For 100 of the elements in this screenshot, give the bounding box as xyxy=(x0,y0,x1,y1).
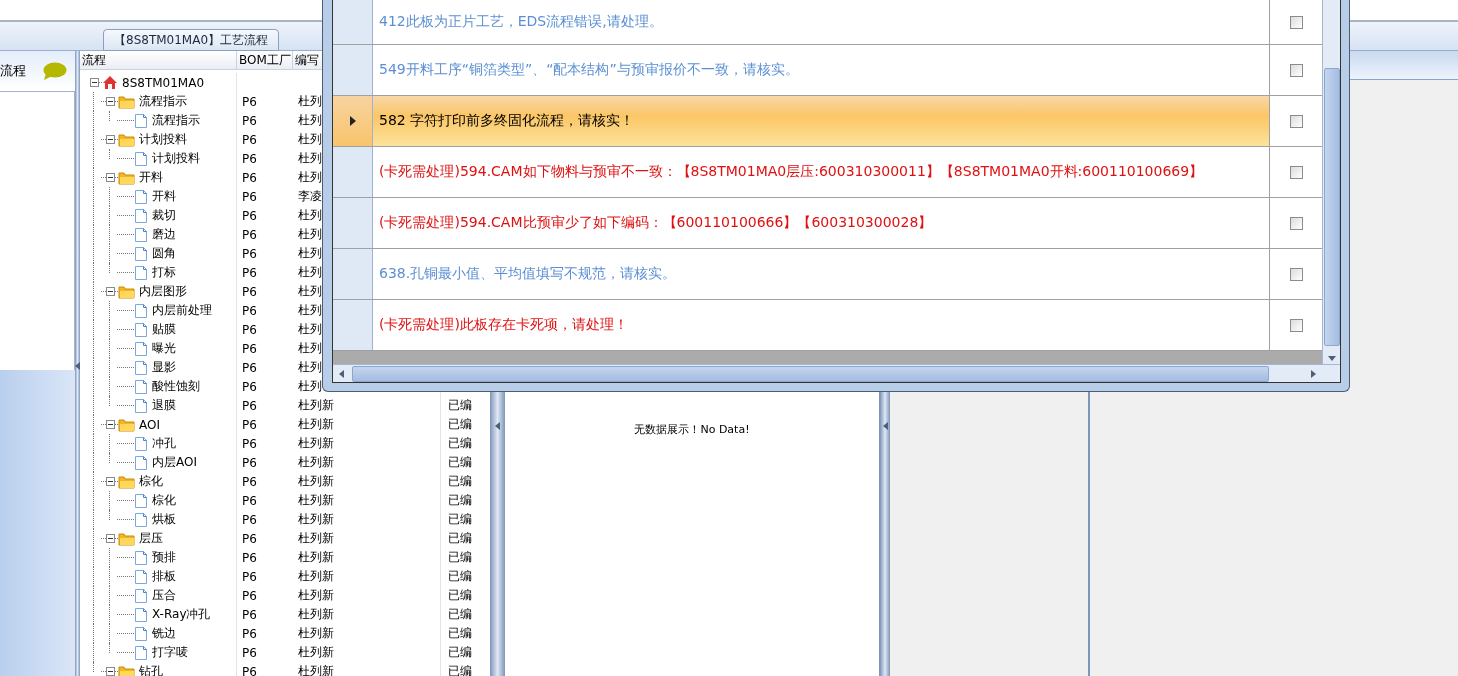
tree-node-label[interactable]: 流程指示 xyxy=(139,93,187,110)
table-cell-text: 杜列 xyxy=(297,322,322,336)
message-row[interactable]: 412此板为正片工艺，EDS流程错误,请处理。 xyxy=(333,0,1322,45)
tree-node-label[interactable]: 预排 xyxy=(152,549,176,566)
tree-node-label[interactable]: 排板 xyxy=(152,568,176,585)
tree-node-label[interactable]: 压合 xyxy=(152,587,176,604)
tree-node-label[interactable]: 酸性蚀刻 xyxy=(152,378,200,395)
tree-node-label[interactable]: 内层前处理 xyxy=(152,302,212,319)
message-row[interactable]: (卡死需处理)594.CAM比预审少了如下编码：【600110100666】【600310300028】 xyxy=(333,198,1322,249)
table-cell-text: P6 xyxy=(241,246,257,261)
table-cell-text: 杜列新 xyxy=(297,664,334,676)
tree-node-label[interactable]: 圆角 xyxy=(152,245,176,262)
table-cell-text: 杜列 xyxy=(297,360,322,374)
tree-node-label[interactable]: 冲孔 xyxy=(152,435,176,452)
table-cell-text: 已编 xyxy=(447,531,472,545)
tree-node-label[interactable]: 开料 xyxy=(139,169,163,186)
table-cell-text: 已编 xyxy=(447,493,472,507)
table-cell-text: 已编 xyxy=(447,398,472,412)
table-cell-text: P6 xyxy=(241,512,257,527)
table-cell-text: 杜列新 xyxy=(297,493,334,507)
message-text: 549开料工序“铜箔类型”、“配本结构”与预审报价不一致，请核实。 xyxy=(379,61,799,79)
message-text: (卡死需处理)594.CAM如下物料与预审不一致：【8S8TM01MA0层压:600310300011】【8S8TM01MA0开料:600110100669】 xyxy=(379,163,1204,181)
table-cell-text: 杜列新 xyxy=(297,569,334,583)
table-cell-text: P6 xyxy=(241,645,257,660)
table-cell-text: P6 xyxy=(241,303,257,318)
message-row[interactable]: 582 字符打印前多终固化流程，请核实！ xyxy=(333,96,1322,147)
tree-node-label[interactable]: 计划投料 xyxy=(139,131,187,148)
message-text: 412此板为正片工艺，EDS流程错误,请处理。 xyxy=(379,13,663,31)
table-cell-text: 杜列 xyxy=(297,113,322,127)
table-cell-text: P6 xyxy=(241,569,257,584)
table-cell-text: P6 xyxy=(241,550,257,565)
table-cell-text: P6 xyxy=(241,664,257,676)
tree-node-label[interactable]: 磨边 xyxy=(152,226,176,243)
table-cell-text: 杜列新 xyxy=(297,417,334,431)
tree-node-label[interactable]: 内层AOI xyxy=(152,454,197,471)
table-cell-text: P6 xyxy=(241,607,257,622)
message-text: 582 字符打印前多终固化流程，请核实！ xyxy=(379,112,635,130)
table-cell-text: P6 xyxy=(241,170,257,185)
table-cell-text: 杜列 xyxy=(297,246,322,260)
tree-node-label[interactable]: 显影 xyxy=(152,359,176,376)
table-cell-text: P6 xyxy=(241,208,257,223)
tree-node-label[interactable]: 开料 xyxy=(152,188,176,205)
message-text: (卡死需处理)此板存在卡死项，请处理！ xyxy=(379,316,628,334)
table-cell-text: 已编 xyxy=(447,474,472,488)
table-cell-text: P6 xyxy=(241,284,257,299)
table-cell-text: 已编 xyxy=(447,417,472,431)
message-row[interactable]: (卡死需处理)此板存在卡死项，请处理！ xyxy=(333,300,1322,351)
table-cell-text: P6 xyxy=(241,588,257,603)
table-cell-text: 已编 xyxy=(447,664,472,676)
table-cell-text: P6 xyxy=(241,455,257,470)
tree-node-label[interactable]: 打字唛 xyxy=(152,644,188,661)
tree-node-label[interactable]: 层压 xyxy=(139,530,163,547)
table-cell-text: 已编 xyxy=(447,645,472,659)
table-cell-text: 杜列 xyxy=(297,151,322,165)
tree-node-label[interactable]: AOI xyxy=(139,417,160,432)
table-cell-text: 杜列 xyxy=(297,284,322,298)
column-header[interactable]: 流程 xyxy=(80,51,237,69)
tree-node-label[interactable]: 棕化 xyxy=(152,492,176,509)
message-text: (卡死需处理)594.CAM比预审少了如下编码：【600110100666】【600310300028】 xyxy=(379,214,933,232)
table-cell-text: P6 xyxy=(241,493,257,508)
table-cell-text: 已编 xyxy=(447,569,472,583)
table-cell-text: 杜列新 xyxy=(297,607,334,621)
tree-node-label[interactable]: 计划投料 xyxy=(152,150,200,167)
table-cell-text: P6 xyxy=(241,151,257,166)
tree-node-label[interactable]: 曝光 xyxy=(152,340,176,357)
table-cell-text: P6 xyxy=(241,189,257,204)
tree-node-label[interactable]: 打标 xyxy=(152,264,176,281)
table-cell-text: P6 xyxy=(241,436,257,451)
table-cell-text: 杜列新 xyxy=(297,645,334,659)
table-cell-text: P6 xyxy=(241,94,257,109)
tree-node-label[interactable]: 贴膜 xyxy=(152,321,176,338)
table-cell-text: P6 xyxy=(241,227,257,242)
table-cell-text: 杜列新 xyxy=(297,531,334,545)
table-cell-text: 杜列新 xyxy=(297,512,334,526)
tree-node-label[interactable]: 裁切 xyxy=(152,207,176,224)
table-cell-text: P6 xyxy=(241,474,257,489)
table-cell-text: 杜列 xyxy=(297,132,322,146)
tree-node-label[interactable]: 烘板 xyxy=(152,511,176,528)
tree-node-label[interactable]: 钻孔 xyxy=(139,663,163,676)
table-cell-text: 已编 xyxy=(447,626,472,640)
tree-node-label[interactable]: 棕化 xyxy=(139,473,163,490)
tree-node-label[interactable]: X-Ray冲孔 xyxy=(152,606,211,623)
table-cell-text: 杜列新 xyxy=(297,550,334,564)
table-cell-text: 李凌 xyxy=(297,189,322,203)
table-cell-text: 已编 xyxy=(447,607,472,621)
table-cell-text: P6 xyxy=(241,113,257,128)
table-cell-text: P6 xyxy=(241,398,257,413)
tree-node-label[interactable]: 内层图形 xyxy=(139,283,187,300)
table-cell-text: 已编 xyxy=(447,588,472,602)
tree-node-label[interactable]: 铣边 xyxy=(152,625,176,642)
tree-node-label[interactable]: 流程指示 xyxy=(152,112,200,129)
column-header[interactable]: BOM工厂 xyxy=(237,51,293,69)
table-cell-text: 杜列 xyxy=(297,94,322,108)
process-flow-tab[interactable]: 【8S8TM01MA0】工艺流程 xyxy=(103,29,280,51)
message-row[interactable]: (卡死需处理)594.CAM如下物料与预审不一致：【8S8TM01MA0层压:600310300011】【8S8TM01MA0开料:600110100669】 xyxy=(333,147,1322,198)
table-cell-text: 杜列新 xyxy=(297,398,334,412)
tree-node-label[interactable]: 8S8TM01MA0 xyxy=(122,75,205,90)
table-cell-text: P6 xyxy=(241,341,257,356)
table-cell-text: 杜列 xyxy=(297,303,322,317)
tree-node-label[interactable]: 退膜 xyxy=(152,397,176,414)
